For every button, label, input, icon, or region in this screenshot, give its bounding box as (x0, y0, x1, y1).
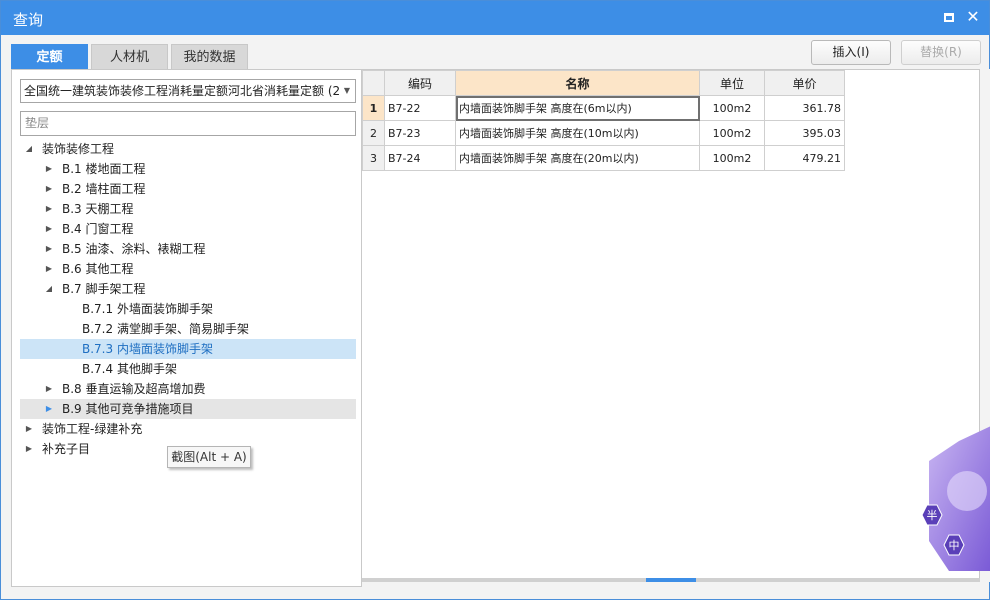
tree-item[interactable]: ▶ 装饰工程-绿建补充 (20, 419, 356, 439)
tab-quota[interactable]: 定额 (11, 44, 88, 70)
tree-item-label: B.8 垂直运输及超高增加费 (62, 382, 206, 396)
widget-char-2: 中 (949, 539, 960, 552)
quota-list-panel: 编码 名称 单位 单价 1 B7-22 内墙面装饰脚手架 高度在(6m以内) 1… (362, 69, 980, 582)
expand-arrow-icon[interactable]: ▶ (24, 419, 34, 439)
tree-item-label: B.7.3 内墙面装饰脚手架 (82, 342, 213, 356)
tree-item[interactable]: ▶ B.3 天棚工程 (20, 199, 356, 219)
table-row[interactable]: 3 B7-24 内墙面装饰脚手架 高度在(20m以内) 100m2 479.21 (362, 145, 845, 171)
tree-item[interactable]: B.7.4 其他脚手架 (20, 359, 356, 379)
widget-char-1: 半 (927, 508, 938, 522)
tree-item-label: 补充子目 (42, 442, 91, 456)
maximize-icon (944, 13, 954, 22)
collapse-arrow-icon[interactable]: ◢ (44, 279, 54, 299)
tree-item-label: B.4 门窗工程 (62, 222, 134, 236)
tree-item[interactable]: ▶ B.9 其他可竞争措施项目 (20, 399, 356, 419)
tree-item[interactable]: ▶ B.6 其他工程 (20, 259, 356, 279)
unit-cell[interactable]: 100m2 (699, 145, 765, 171)
column-header-code[interactable]: 编码 (384, 70, 456, 96)
replace-button[interactable]: 替换(R) (901, 40, 981, 65)
window-title: 查询 (13, 11, 44, 29)
tree-item[interactable]: B.7.1 外墙面装饰脚手架 (20, 299, 356, 319)
query-dialog: 查询 ✕ 定额 人材机 我的数据 插入(I) 替换(R) 全国统一建筑装饰装修工… (0, 0, 990, 600)
code-cell[interactable]: B7-24 (384, 145, 456, 171)
expand-arrow-icon[interactable]: ▶ (44, 399, 54, 419)
tree-item[interactable]: ◢ 装饰装修工程 (20, 139, 356, 159)
tree-item-label: B.9 其他可竞争措施项目 (62, 402, 194, 416)
quota-library-select[interactable]: 全国统一建筑装饰装修工程消耗量定额河北省消耗量定额 (20 ▼ (20, 79, 356, 103)
assistant-widget[interactable]: 半 中 (919, 421, 990, 571)
price-cell[interactable]: 479.21 (764, 145, 845, 171)
tree-item[interactable]: ▶ B.8 垂直运输及超高增加费 (20, 379, 356, 399)
code-cell[interactable]: B7-23 (384, 120, 456, 146)
column-header-price[interactable]: 单价 (764, 70, 845, 96)
tree-item-label: B.3 天棚工程 (62, 202, 134, 216)
tree-item-label: B.7.1 外墙面装饰脚手架 (82, 302, 213, 316)
splitter-grip[interactable] (646, 578, 696, 582)
chevron-down-icon[interactable]: ▼ (339, 80, 355, 102)
quota-table: 编码 名称 单位 单价 1 B7-22 内墙面装饰脚手架 高度在(6m以内) 1… (362, 70, 845, 171)
unit-cell[interactable]: 100m2 (699, 120, 765, 146)
panel-splitter[interactable] (362, 578, 980, 582)
tree-item-label: B.6 其他工程 (62, 262, 134, 276)
expand-arrow-icon[interactable]: ▶ (44, 219, 54, 239)
tree-item-label: B.7.2 满堂脚手架、简易脚手架 (82, 322, 249, 336)
tree-item[interactable]: ▶ B.5 油漆、涂料、裱糊工程 (20, 239, 356, 259)
tree-item-label: B.5 油漆、涂料、裱糊工程 (62, 242, 206, 256)
title-bar[interactable]: 查询 ✕ (1, 1, 989, 35)
tree-item[interactable]: ▶ B.2 墙柱面工程 (20, 179, 356, 199)
table-row[interactable]: 2 B7-23 内墙面装饰脚手架 高度在(10m以内) 100m2 395.03 (362, 120, 845, 146)
expand-arrow-icon[interactable]: ▶ (24, 439, 34, 459)
expand-arrow-icon[interactable]: ▶ (44, 379, 54, 399)
tree-item[interactable]: ▶ B.1 楼地面工程 (20, 159, 356, 179)
tab-my-data[interactable]: 我的数据 (171, 44, 248, 70)
corner-cell (362, 70, 385, 96)
name-cell[interactable]: 内墙面装饰脚手架 高度在(6m以内) (455, 95, 700, 121)
row-number[interactable]: 3 (362, 145, 385, 171)
table-row[interactable]: 1 B7-22 内墙面装饰脚手架 高度在(6m以内) 100m2 361.78 (362, 95, 845, 121)
price-cell[interactable]: 395.03 (764, 120, 845, 146)
quota-library-value: 全国统一建筑装饰装修工程消耗量定额河北省消耗量定额 (20 (24, 84, 348, 98)
expand-arrow-icon[interactable]: ▶ (44, 159, 54, 179)
column-header-unit[interactable]: 单位 (699, 70, 765, 96)
row-number[interactable]: 1 (362, 95, 385, 121)
quota-tree-panel: 全国统一建筑装饰装修工程消耗量定额河北省消耗量定额 (20 ▼ 垫层 ◢ 装饰装修… (11, 69, 362, 587)
price-cell[interactable]: 361.78 (764, 95, 845, 121)
tree-item[interactable]: ▶ B.4 门窗工程 (20, 219, 356, 239)
name-cell[interactable]: 内墙面装饰脚手架 高度在(10m以内) (455, 120, 700, 146)
expand-arrow-icon[interactable]: ▶ (44, 259, 54, 279)
screenshot-tooltip: 截图(Alt + A) (167, 446, 251, 468)
unit-cell[interactable]: 100m2 (699, 95, 765, 121)
tab-labor-material-machine[interactable]: 人材机 (91, 44, 168, 70)
expand-arrow-icon[interactable]: ▶ (44, 179, 54, 199)
close-icon: ✕ (966, 7, 980, 26)
expand-arrow-icon[interactable]: ▶ (44, 199, 54, 219)
tree-item[interactable]: B.7.2 满堂脚手架、简易脚手架 (20, 319, 356, 339)
maximize-button[interactable] (941, 9, 957, 25)
tree-item-label: 装饰装修工程 (42, 142, 115, 156)
tree-item-label: B.7 脚手架工程 (62, 282, 146, 296)
insert-button[interactable]: 插入(I) (811, 40, 891, 65)
tree-item-label: 装饰工程-绿建补充 (42, 422, 143, 436)
search-input[interactable]: 垫层 (20, 111, 356, 136)
tree-item[interactable]: ◢ B.7 脚手架工程 (20, 279, 356, 299)
column-header-name[interactable]: 名称 (455, 70, 700, 96)
widget-glow (947, 471, 987, 511)
close-button[interactable]: ✕ (965, 9, 981, 25)
expand-arrow-icon[interactable]: ▶ (44, 239, 54, 259)
tree-item[interactable]: B.7.3 内墙面装饰脚手架 (20, 339, 356, 359)
tree-item-label: B.7.4 其他脚手架 (82, 362, 177, 376)
row-number[interactable]: 2 (362, 120, 385, 146)
tree-item-label: B.1 楼地面工程 (62, 162, 146, 176)
tree-item-label: B.2 墙柱面工程 (62, 182, 146, 196)
collapse-arrow-icon[interactable]: ◢ (24, 139, 34, 159)
name-cell[interactable]: 内墙面装饰脚手架 高度在(20m以内) (455, 145, 700, 171)
code-cell[interactable]: B7-22 (384, 95, 456, 121)
